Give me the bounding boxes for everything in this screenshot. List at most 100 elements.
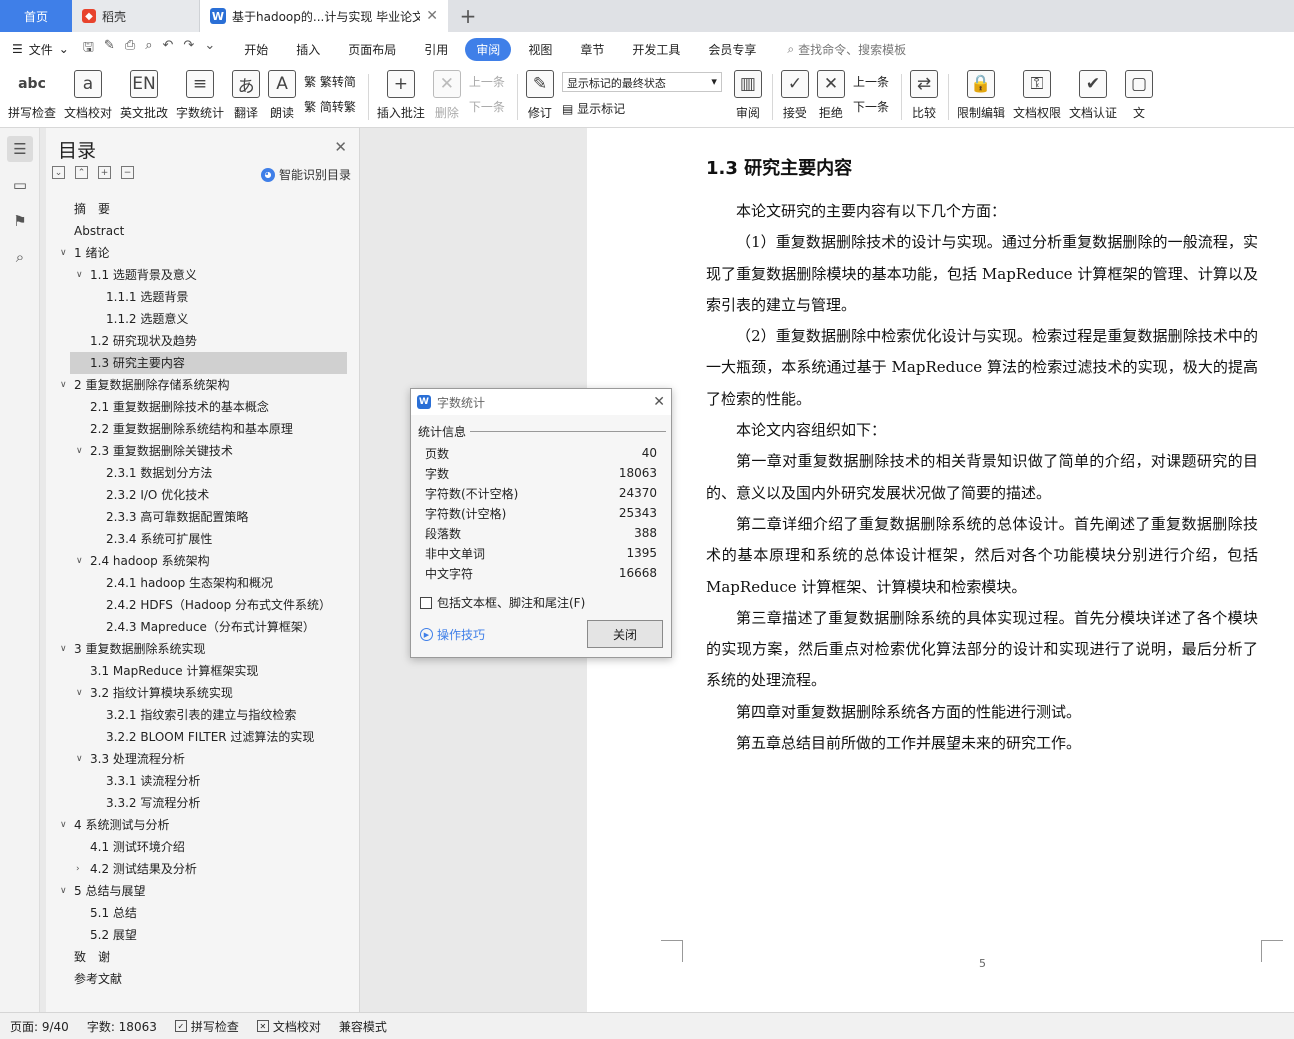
toc-item[interactable]: ∨ 1 绪论	[46, 242, 360, 264]
trad-to-simp-button[interactable]: 繁 繁转简	[304, 73, 356, 90]
toc-item[interactable]: ∨ 3 重复数据删除系统实现	[46, 638, 360, 660]
doc-check-button[interactable]: a 文档校对	[64, 66, 112, 124]
close-button[interactable]: 关闭	[587, 620, 663, 648]
document-page[interactable]: 1.3 研究主要内容 本论文研究的主要内容有以下几个方面： （1）重复数据删除技术…	[587, 128, 1294, 1012]
english-correct-button[interactable]: EN 英文批改	[120, 66, 168, 124]
paragraph[interactable]: 第一章对重复数据删除技术的相关背景知识做了简单的介绍，对课题研究的目的、意义以及…	[706, 446, 1258, 509]
toc-item[interactable]: 参考文献	[46, 968, 360, 990]
new-tab-button[interactable]: +	[448, 0, 488, 32]
toc-item[interactable]: 3.3.2 写流程分析	[46, 792, 360, 814]
toc-item[interactable]: 4.1 测试环境介绍	[46, 836, 360, 858]
file-menu[interactable]: ☰ 文件 ⌄	[12, 41, 69, 58]
accept-button[interactable]: ✓ 接受	[780, 66, 809, 124]
spellcheck-toggle[interactable]: ✓ 拼写检查	[174, 1018, 239, 1035]
paragraph[interactable]: 第五章总结目前所做的工作并展望未来的研究工作。	[706, 728, 1258, 759]
toc-item[interactable]: ∨ 2 重复数据删除存储系统架构	[46, 374, 360, 396]
format-painter-icon[interactable]: ✎	[104, 38, 115, 60]
toc-item[interactable]: 2.4.2 HDFS（Hadoop 分布式文件系统）	[46, 594, 360, 616]
toc-item[interactable]: 2.3.4 系统可扩展性	[46, 528, 360, 550]
tab-insert[interactable]: 插入	[285, 38, 331, 61]
compare-button[interactable]: ⇄ 比较	[909, 66, 938, 124]
prev-comment-button[interactable]: 上一条	[469, 73, 505, 90]
toc-item[interactable]: 2.3.3 高可靠数据配置策略	[46, 506, 360, 528]
chevron-down-icon[interactable]: ∨	[76, 440, 83, 462]
paragraph[interactable]: 本论文研究的主要内容有以下几个方面：	[706, 196, 1258, 227]
toc-item[interactable]: ∨ 1.1 选题背景及意义	[46, 264, 360, 286]
toc-item[interactable]: ∨ 2.4 hadoop 系统架构	[46, 550, 360, 572]
insert-comment-button[interactable]: + 插入批注	[377, 66, 425, 124]
document-body[interactable]: 本论文研究的主要内容有以下几个方面： （1）重复数据删除技术的设计与实现。通过分析…	[706, 196, 1258, 759]
print-preview-icon[interactable]: ⌕	[145, 38, 152, 60]
toc-item[interactable]: 2.3.2 I/O 优化技术	[46, 484, 360, 506]
tips-link[interactable]: ▶ 操作技巧	[420, 626, 485, 643]
toc-item[interactable]: Abstract	[46, 220, 360, 242]
show-markup-button[interactable]: ▤ 显示标记	[562, 100, 722, 117]
chevron-down-icon[interactable]: ∨	[60, 242, 67, 264]
chapter-icon[interactable]: ▭	[7, 172, 33, 198]
translate-button[interactable]: あ翻译	[232, 66, 261, 124]
next-comment-button[interactable]: 下一条	[469, 98, 505, 115]
review-pane-button[interactable]: ▥ 审阅	[733, 66, 762, 124]
tab-view[interactable]: 视图	[517, 38, 563, 61]
remove-heading-icon[interactable]: −	[121, 166, 134, 179]
close-icon[interactable]: ✕	[334, 138, 347, 156]
chevron-down-icon[interactable]: ∨	[76, 748, 83, 770]
chevron-down-icon[interactable]: ∨	[76, 550, 83, 572]
chevron-down-icon[interactable]: ∨	[76, 264, 83, 286]
bookmark-icon[interactable]: ⚑	[7, 208, 33, 234]
page-indicator[interactable]: 页面: 9/40	[10, 1018, 69, 1035]
paragraph[interactable]: 第四章对重复数据删除系统各方面的性能进行测试。	[706, 697, 1258, 728]
close-icon[interactable]: ✕	[426, 8, 438, 24]
toc-item[interactable]: 1.3 研究主要内容	[70, 352, 347, 374]
toc-icon[interactable]: ☰	[7, 136, 33, 162]
command-search[interactable]: ⌕ 查找命令、搜索模板	[787, 41, 906, 58]
doc-permission-button[interactable]: ⚿ 文档权限	[1013, 66, 1061, 124]
toc-item[interactable]: 2.2 重复数据删除系统结构和基本原理	[46, 418, 360, 440]
doccheck-toggle[interactable]: ✕ 文档校对	[256, 1018, 321, 1035]
paragraph[interactable]: （2）重复数据删除中检索优化设计与实现。检索过程是重复数据删除技术中的一大瓶颈，…	[706, 321, 1258, 415]
tab-developer[interactable]: 开发工具	[621, 38, 691, 61]
tab-start[interactable]: 开始	[233, 38, 279, 61]
word-count-button[interactable]: ≡ 字数统计	[176, 66, 224, 124]
toc-item[interactable]: ∨ 3.2 指纹计算模块系统实现	[46, 682, 360, 704]
tab-docer[interactable]: ◆ 稻壳	[72, 0, 200, 32]
save-icon[interactable]: 🖫	[83, 38, 94, 60]
tab-references[interactable]: 引用	[413, 38, 459, 61]
next-change-button[interactable]: 下一条	[853, 98, 889, 115]
toc-item[interactable]: 2.4.3 Mapreduce（分布式计算框架）	[46, 616, 360, 638]
track-changes-button[interactable]: ✎ 修订	[525, 66, 554, 124]
word-count-indicator[interactable]: 字数: 18063	[87, 1018, 157, 1035]
chevron-down-icon[interactable]: ∨	[60, 880, 67, 902]
toc-item[interactable]: ∨ 3.3 处理流程分析	[46, 748, 360, 770]
toc-item[interactable]: ∨ 2.3 重复数据删除关键技术	[46, 440, 360, 462]
include-textbox-checkbox[interactable]: 包括文本框、脚注和尾注(F)	[420, 594, 585, 611]
dialog-titlebar[interactable]: W 字数统计 ✕	[411, 389, 671, 415]
chevron-down-icon[interactable]: ∨	[76, 682, 83, 704]
toc-item[interactable]: › 4.2 测试结果及分析	[46, 858, 360, 880]
toc-item[interactable]: 摘 要	[46, 198, 360, 220]
tab-chapter[interactable]: 章节	[569, 38, 615, 61]
toc-item[interactable]: 2.1 重复数据删除技术的基本概念	[46, 396, 360, 418]
toc-item[interactable]: 3.2.1 指纹索引表的建立与指纹检索	[46, 704, 360, 726]
toc-item[interactable]: 2.3.1 数据划分方法	[46, 462, 360, 484]
toc-item[interactable]: 5.1 总结	[46, 902, 360, 924]
checkbox-box[interactable]	[420, 596, 432, 609]
chevron-right-icon[interactable]: ›	[76, 858, 80, 880]
chevron-down-icon[interactable]: ∨	[60, 638, 67, 660]
toc-item[interactable]: 2.4.1 hadoop 生态架构和概况	[46, 572, 360, 594]
toc-item[interactable]: 5.2 展望	[46, 924, 360, 946]
undo-icon[interactable]: ↶	[163, 38, 174, 60]
collapse-all-icon[interactable]: ⌄	[52, 166, 65, 179]
search-icon[interactable]: ⌕	[7, 244, 33, 270]
smart-toc-button[interactable]: ◕ 智能识别目录	[260, 166, 351, 183]
chevron-down-icon[interactable]: ∨	[60, 814, 67, 836]
toc-item[interactable]: 致 谢	[46, 946, 360, 968]
tab-document[interactable]: W 基于hadoop的...计与实现 毕业论文 ✕	[200, 0, 448, 32]
doc-certify-button[interactable]: ✔ 文档认证	[1069, 66, 1117, 124]
close-icon[interactable]: ✕	[653, 394, 665, 410]
redo-icon[interactable]: ↷	[183, 38, 194, 60]
prev-change-button[interactable]: 上一条	[853, 73, 889, 90]
toc-item[interactable]: 1.2 研究现状及趋势	[46, 330, 360, 352]
more-button[interactable]: ▢ 文	[1125, 66, 1153, 124]
expand-all-icon[interactable]: ⌃	[75, 166, 88, 179]
